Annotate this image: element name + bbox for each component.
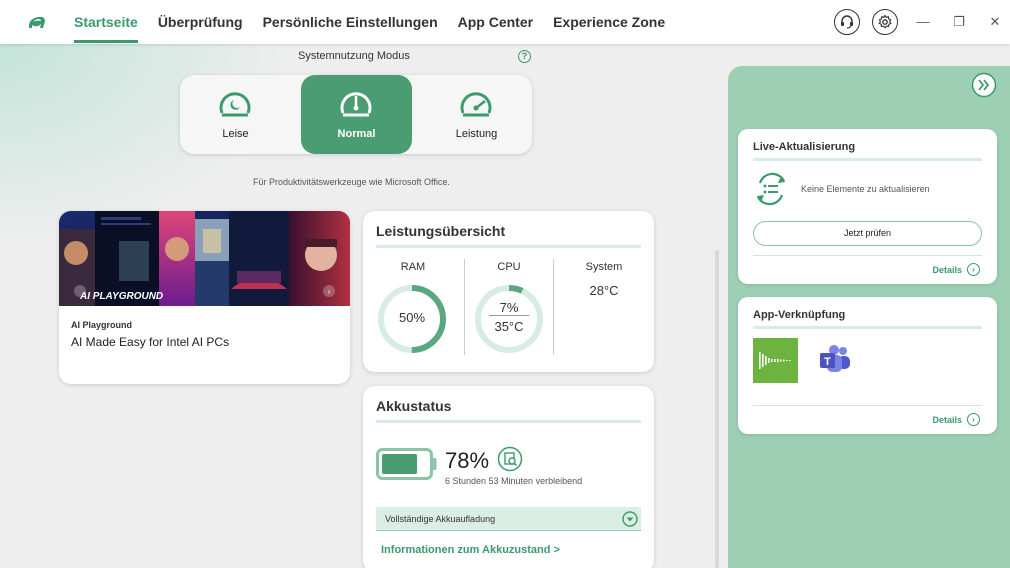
battery-rule	[376, 420, 641, 423]
app-link-title: App-Verknüpfung	[753, 309, 846, 321]
support-button[interactable]	[834, 9, 860, 35]
ai-playground-badge: AI PLAYGROUND	[80, 291, 164, 302]
mode-leise-label: Leise	[222, 128, 249, 140]
nav-experience-zone[interactable]: Experience Zone	[553, 0, 665, 44]
help-icon[interactable]: ?	[518, 50, 531, 63]
ram-label: RAM	[400, 261, 426, 273]
live-update-card: Live-Aktualisierung Keine Elemente zu ak…	[738, 129, 997, 284]
mode-selector: Leise Normal Leistung	[180, 75, 532, 154]
system-temp: 28°C	[589, 283, 619, 298]
nav-persoenliche-einstellungen[interactable]: Persönliche Einstellungen	[263, 0, 438, 44]
battery-info-link[interactable]: Informationen zum Akkuzustand >	[381, 544, 560, 556]
performance-card: Leistungsübersicht RAM 50% CPU 7% 35°C S…	[363, 211, 654, 372]
divider	[464, 259, 465, 355]
nav-ueberpruefung[interactable]: Überprüfung	[158, 0, 243, 44]
mode-description: Für Produktivitätswerkzeuge wie Microsof…	[253, 177, 450, 187]
performance-title: Leistungsübersicht	[376, 223, 506, 239]
system-label: System	[585, 261, 623, 273]
battery-remaining: 6 Stunden 53 Minuten verbleibend	[445, 476, 583, 486]
nav-startseite[interactable]: Startseite	[74, 0, 138, 44]
minimize-button[interactable]: —	[914, 13, 932, 31]
check-now-button[interactable]: Jetzt prüfen	[753, 221, 982, 246]
app-logo-icon[interactable]	[26, 11, 48, 33]
details-label: Details	[932, 264, 962, 275]
live-update-status: Keine Elemente zu aktualisieren	[801, 184, 930, 194]
audio-app-icon[interactable]	[753, 338, 798, 383]
quiet-gauge-icon	[219, 92, 251, 117]
app-link-card: App-Verknüpfung T Details ›	[738, 297, 997, 434]
live-update-details-link[interactable]: Details ›	[932, 263, 980, 276]
mode-normal[interactable]: Normal	[301, 75, 412, 154]
live-update-rule	[753, 158, 982, 161]
app-link-rule	[753, 326, 982, 329]
svg-text:T: T	[824, 356, 831, 368]
refresh-list-icon	[757, 172, 785, 206]
cpu-value: 7%	[489, 300, 529, 316]
battery-card: Akkustatus 78% 6 Stunden 53 Minuten verb…	[363, 386, 654, 568]
close-button[interactable]: ✕	[986, 13, 1004, 31]
battery-report-icon[interactable]	[497, 446, 523, 472]
ai-playground-card[interactable]: › AI PLAYGROUND AI Playground AI Made Ea…	[59, 211, 350, 384]
mode-leistung-label: Leistung	[455, 128, 498, 140]
nav-app-center[interactable]: App Center	[458, 0, 533, 44]
battery-charge-mode-value: Vollständige Akkuaufladung	[385, 514, 496, 524]
battery-percent: 78%	[445, 448, 490, 473]
main-nav: Startseite Überprüfung Persönliche Einst…	[74, 0, 685, 44]
mode-leistung[interactable]: Leistung	[421, 75, 532, 154]
mode-leise[interactable]: Leise	[180, 75, 291, 154]
top-bar: Startseite Überprüfung Persönliche Einst…	[0, 0, 1010, 44]
headset-icon	[841, 15, 853, 29]
restore-button[interactable]: ❐	[950, 13, 968, 31]
cpu-temp: 35°C	[494, 319, 524, 334]
ai-playground-banner: › AI PLAYGROUND	[59, 211, 350, 306]
battery-icon	[376, 448, 437, 480]
divider	[753, 255, 982, 256]
gear-icon	[878, 14, 892, 29]
details-label: Details	[932, 414, 962, 425]
chevron-down-icon	[622, 511, 638, 527]
chevron-right-icon: ›	[967, 413, 980, 426]
battery-charge-mode-select[interactable]: Vollständige Akkuaufladung	[376, 507, 641, 531]
settings-button[interactable]	[872, 9, 898, 35]
live-update-title: Live-Aktualisierung	[753, 141, 856, 153]
mode-normal-label: Normal	[337, 128, 376, 140]
mode-title: Systemnutzung Modus	[298, 50, 410, 62]
app-link-details-link[interactable]: Details ›	[932, 413, 980, 426]
performance-gauge-icon	[460, 92, 492, 117]
divider	[553, 259, 554, 355]
teams-icon[interactable]: T	[818, 345, 852, 375]
battery-title: Akkustatus	[376, 398, 452, 414]
ai-card-headline: AI Made Easy for Intel AI PCs	[71, 335, 230, 349]
divider	[753, 405, 982, 406]
ai-card-subtitle: AI Playground	[71, 320, 133, 330]
svg-text:›: ›	[328, 287, 331, 296]
ram-value: 50%	[398, 310, 426, 325]
cpu-label: CPU	[497, 261, 521, 273]
scrollbar[interactable]	[715, 250, 719, 568]
normal-gauge-icon	[340, 92, 372, 117]
collapse-panel-icon[interactable]	[971, 72, 997, 98]
performance-rule	[376, 245, 641, 248]
chevron-right-icon: ›	[967, 263, 980, 276]
